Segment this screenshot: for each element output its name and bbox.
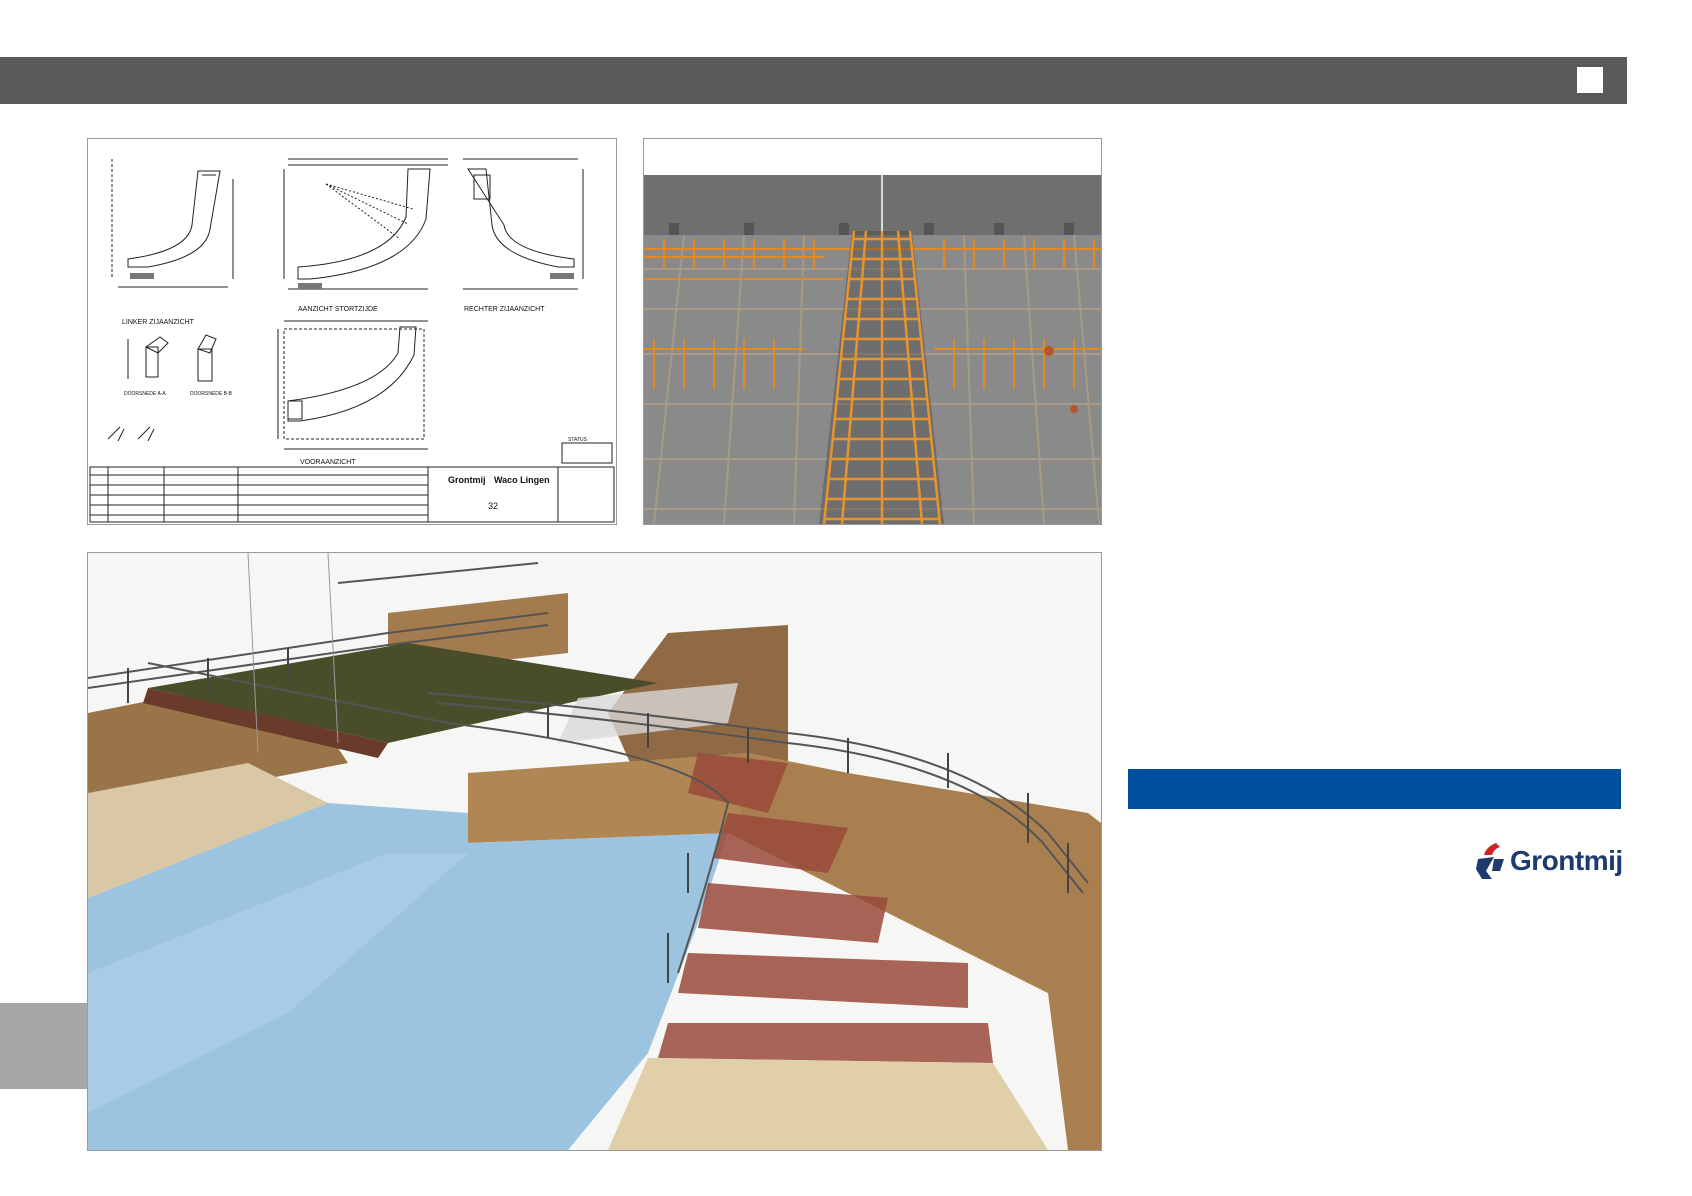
rebar-scene — [644, 139, 1101, 524]
bridge-3d-render-image — [87, 552, 1102, 1151]
drawing-section-a-label: DOORSNEDE A-A — [124, 391, 166, 397]
drawing-status-label: STATUS — [568, 437, 588, 443]
rebar-3d-render-image — [643, 138, 1102, 525]
drawing-view-label-left: LINKER ZIJAANZICHT — [122, 319, 195, 326]
drawing-view-label-front: AANZICHT STORTZIJDE — [298, 306, 378, 313]
titleblock-logo-grontmij: Grontmij — [448, 475, 486, 485]
titleblock-sheet-number: 32 — [488, 501, 498, 511]
side-tab-block — [0, 1003, 87, 1089]
white-square-icon — [1577, 67, 1603, 93]
blue-accent-bar — [1128, 769, 1621, 809]
top-header-bar — [0, 57, 1627, 104]
drawing-view-label-right: RECHTER ZIJAANZICHT — [464, 306, 545, 313]
technical-drawing-image: LINKER ZIJAANZICHT AANZICHT STORTZIJDE R… — [87, 138, 617, 525]
drawing-section-b-label: DOORSNEDE B-B — [190, 391, 233, 397]
drawing-view-label-bottom: VOORAANZICHT — [300, 459, 356, 466]
titleblock-logo-waco: Waco Lingen — [494, 475, 550, 485]
bridge-scene — [88, 553, 1101, 1150]
grontmij-logo-icon — [1476, 843, 1504, 879]
grontmij-logo: Grontmij — [1474, 841, 1624, 885]
drawing-sheet: LINKER ZIJAANZICHT AANZICHT STORTZIJDE R… — [88, 139, 616, 524]
grontmij-logo-text: Grontmij — [1510, 845, 1623, 876]
